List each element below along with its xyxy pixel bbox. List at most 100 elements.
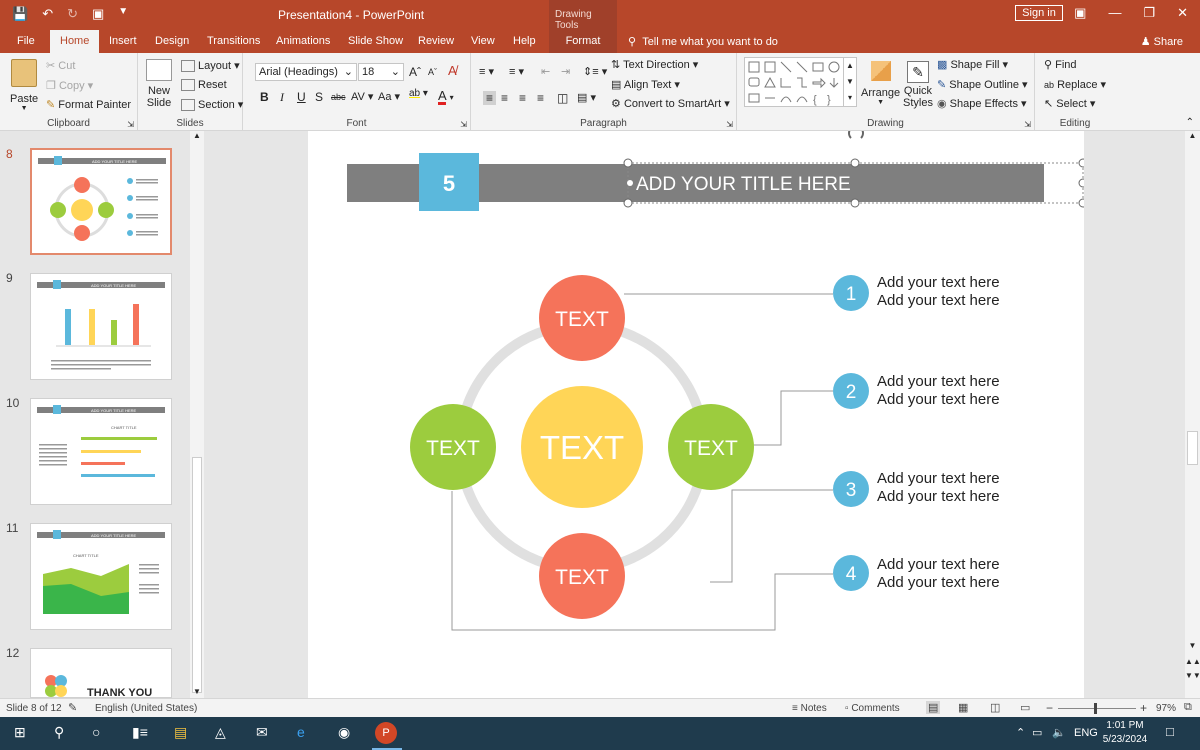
clear-formatting-icon[interactable]: A̸ [448, 63, 457, 78]
cortana-icon[interactable]: ○ [92, 724, 100, 740]
tab-slide-show[interactable]: Slide Show [348, 35, 403, 47]
mail-icon[interactable]: ✉ [256, 724, 268, 741]
item-text-line1[interactable]: Add your text here [877, 470, 1000, 487]
zoom-slider[interactable] [1058, 703, 1136, 714]
align-center-icon[interactable]: ≡ [501, 91, 508, 105]
font-name-combo[interactable]: Arial (Headings) ⌄ [255, 63, 357, 81]
font-dialog-launcher-icon[interactable]: ⇲ [460, 120, 467, 129]
text-shadow-icon[interactable]: S [315, 90, 323, 104]
shapes-gallery[interactable]: {} [744, 57, 844, 107]
section-button[interactable]: Section ▾ [181, 98, 243, 112]
undo-icon[interactable]: ↶ [42, 6, 53, 22]
powerpoint-taskbar-icon[interactable]: P [375, 722, 397, 744]
item-text-line2[interactable]: Add your text here [877, 292, 1000, 309]
input-language[interactable]: ENG [1074, 727, 1098, 739]
sign-in-button[interactable]: Sign in [1015, 5, 1063, 21]
volume-icon[interactable]: 🔈 [1052, 726, 1066, 739]
tell-me-search[interactable]: ⚲ Tell me what you want to do [628, 35, 778, 48]
zoom-out-icon[interactable]: − [1046, 701, 1053, 715]
minimize-icon[interactable]: — [1108, 5, 1121, 21]
item-text-line1[interactable]: Add your text here [877, 373, 1000, 390]
align-text-button[interactable]: ▤ Align Text ▾ [611, 78, 680, 91]
task-view-icon[interactable]: ▮≡ [132, 724, 148, 741]
item-text-line2[interactable]: Add your text here [877, 488, 1000, 505]
thumbnail-slide-11[interactable]: ADD YOUR TITLE HERE CHART TITLE [30, 523, 172, 630]
quick-styles-button[interactable]: ✎ Quick Styles [903, 61, 933, 109]
highlight-color-icon[interactable]: ab ▾ [409, 88, 428, 99]
edge-icon[interactable]: e [297, 724, 305, 740]
scroll-up-icon[interactable]: ▲ [1185, 131, 1200, 140]
tab-file[interactable]: File [17, 35, 35, 47]
file-explorer-icon[interactable]: ▤ [174, 724, 187, 741]
share-button[interactable]: ♟ Share [1141, 35, 1183, 48]
next-slide-icon[interactable]: ▼▼ [1185, 671, 1200, 680]
notes-button[interactable]: ≡ Notes [792, 703, 827, 714]
item-text-line2[interactable]: Add your text here [877, 574, 1000, 591]
tab-view[interactable]: View [471, 35, 495, 47]
bullets-icon[interactable]: ≡ ▾ [479, 65, 494, 78]
tab-design[interactable]: Design [155, 35, 189, 47]
collapse-ribbon-icon[interactable]: ⌃ [1186, 117, 1194, 128]
shape-fill-button[interactable]: ▩ Shape Fill ▾ [937, 58, 1008, 71]
start-from-beginning-icon[interactable]: ▣ [92, 6, 104, 22]
new-slide-button[interactable]: New Slide [146, 59, 172, 109]
search-icon[interactable]: ⚲ [54, 724, 64, 741]
arrange-button[interactable]: Arrange ▼ [861, 61, 900, 106]
tab-review[interactable]: Review [418, 35, 454, 47]
item-text-line2[interactable]: Add your text here [877, 391, 1000, 408]
bold-icon[interactable]: B [260, 90, 269, 104]
select-button[interactable]: ↖ Select ▾ [1044, 97, 1095, 110]
character-spacing-icon[interactable]: AV ▾ [351, 90, 373, 103]
decrease-font-size-icon[interactable]: Aˇ [428, 67, 437, 77]
slideshow-view-icon[interactable]: ▭ [1020, 701, 1030, 714]
text-box-options-icon[interactable]: ▤ ▾ [577, 91, 596, 104]
font-color-icon[interactable]: A ▾ [438, 88, 454, 103]
text-direction-button[interactable]: ⇅ Text Direction ▾ [611, 58, 698, 71]
network-icon[interactable]: ▭ [1032, 726, 1042, 739]
clock[interactable]: 1:01 PM 5/23/2024 [1100, 720, 1150, 745]
windows-start-icon[interactable]: ⊞ [14, 724, 26, 741]
previous-slide-icon[interactable]: ▲▲ [1185, 657, 1200, 666]
line-spacing-icon[interactable]: ⇕≡ ▾ [583, 65, 607, 78]
tab-format[interactable]: Format [549, 30, 617, 53]
comments-button[interactable]: ▫ Comments [845, 703, 900, 714]
fit-to-window-icon[interactable]: ⧉ [1184, 701, 1192, 714]
scroll-thumb[interactable] [1187, 431, 1198, 465]
increase-indent-icon[interactable]: ⇥ [561, 65, 570, 78]
paste-button[interactable]: Paste ▼ [10, 59, 38, 112]
numbering-icon[interactable]: ≡ ▾ [509, 65, 524, 78]
underline-icon[interactable]: U [297, 90, 306, 104]
scroll-up-icon[interactable]: ▲ [190, 131, 204, 140]
item-text-line1[interactable]: Add your text here [877, 274, 1000, 291]
cut-button[interactable]: ✂ Cut [46, 59, 75, 72]
paragraph-dialog-launcher-icon[interactable]: ⇲ [726, 120, 733, 129]
find-button[interactable]: ⚲ Find [1044, 58, 1077, 71]
thumbnail-slide-9[interactable]: ADD YOUR TITLE HERE [30, 273, 172, 380]
slide-sorter-icon[interactable]: ▦ [958, 701, 968, 714]
decrease-indent-icon[interactable]: ⇤ [541, 65, 550, 78]
tab-insert[interactable]: Insert [109, 35, 137, 47]
restore-icon[interactable]: ❐ [1143, 5, 1155, 21]
canvas-scrollbar[interactable]: ▲ ▼ ▲▲ ▼▼ [1185, 131, 1200, 698]
store-icon[interactable]: ◬ [215, 724, 226, 741]
show-hidden-icons-icon[interactable]: ⌃ [1016, 726, 1025, 739]
tab-home[interactable]: Home [50, 30, 100, 53]
layout-button[interactable]: Layout ▾ [181, 59, 240, 73]
shape-effects-button[interactable]: ◉ Shape Effects ▾ [937, 97, 1027, 110]
zoom-in-icon[interactable]: + [1140, 701, 1147, 715]
format-painter-button[interactable]: ✎ Format Painter [46, 98, 131, 111]
justify-icon[interactable]: ≡ [537, 91, 544, 105]
strikethrough-icon[interactable]: abc [331, 92, 346, 102]
notifications-icon[interactable]: □ [1166, 724, 1174, 739]
increase-font-size-icon[interactable]: Aˆ [409, 65, 421, 79]
font-size-combo[interactable]: 18 ⌄ [358, 63, 404, 81]
paint-icon[interactable]: ◉ [338, 724, 350, 741]
thumbnail-slide-8[interactable]: ADD YOUR TITLE HERE [30, 148, 172, 255]
scroll-thumb[interactable] [192, 457, 202, 693]
convert-smartart-button[interactable]: ⚙ Convert to SmartArt ▾ [611, 97, 730, 110]
ribbon-display-options-icon[interactable]: ▣ [1074, 5, 1086, 21]
rotate-handle-icon[interactable] [848, 131, 864, 139]
spell-check-icon[interactable]: ✎ [68, 701, 77, 714]
change-case-button[interactable]: Aa ▾ [378, 90, 400, 103]
normal-view-icon[interactable]: ▤ [926, 701, 941, 714]
